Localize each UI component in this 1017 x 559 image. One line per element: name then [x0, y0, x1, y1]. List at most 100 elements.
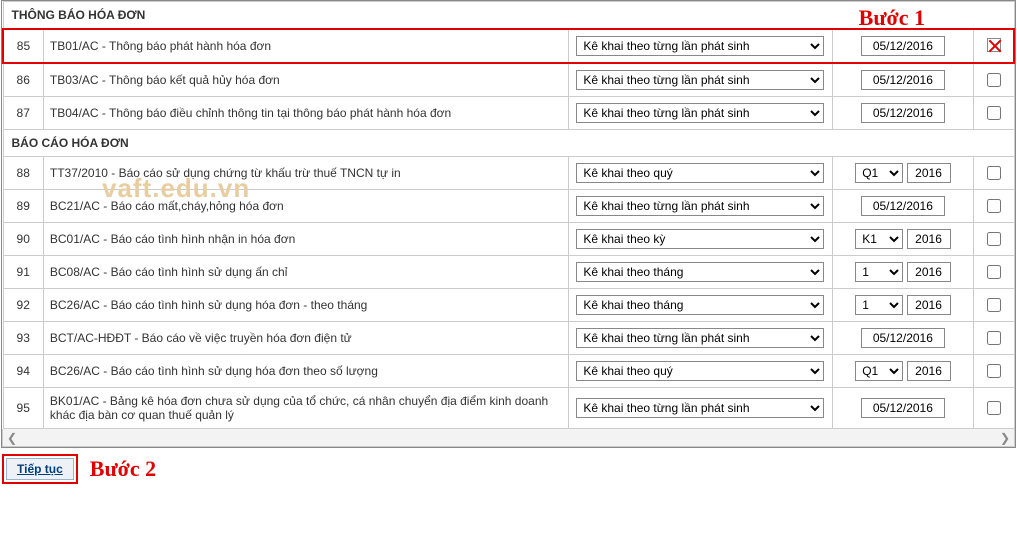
row-number: 89 [3, 190, 43, 223]
section-header: BÁO CÁO HÓA ĐƠN [3, 130, 1014, 157]
row-number: 93 [3, 322, 43, 355]
select-checkbox[interactable] [987, 73, 1001, 87]
row-number: 86 [3, 63, 43, 97]
period-date-input[interactable] [861, 328, 945, 348]
cell-period: 1 [832, 289, 973, 322]
cell-select [974, 388, 1014, 429]
cell-period [832, 388, 973, 429]
period-select[interactable]: Q1 [855, 163, 903, 183]
horizontal-scrollbar[interactable]: ❮ ❯ [2, 429, 1015, 447]
table-row: 87TB04/AC - Thông báo điều chỉnh thông t… [3, 97, 1014, 130]
select-checkbox[interactable] [987, 265, 1001, 279]
cell-declaration-mode: Kê khai theo từng lần phát sinh [569, 190, 833, 223]
cell-declaration-mode: Kê khai theo từng lần phát sinh [569, 322, 833, 355]
cell-period [832, 190, 973, 223]
cell-select [974, 29, 1014, 63]
bottom-toolbar: Tiếp tục Bước 2 [2, 454, 1017, 484]
period-year-input[interactable] [907, 262, 951, 282]
period-select[interactable]: K1 [855, 229, 903, 249]
cell-select [974, 289, 1014, 322]
cell-declaration-mode: Kê khai theo kỳ [569, 223, 833, 256]
declaration-mode-select[interactable]: Kê khai theo từng lần phát sinh [576, 70, 824, 90]
cell-select [974, 190, 1014, 223]
declaration-mode-select[interactable]: Kê khai theo từng lần phát sinh [576, 103, 824, 123]
cell-period [832, 322, 973, 355]
cell-select [974, 256, 1014, 289]
select-checkbox[interactable] [987, 106, 1001, 120]
select-checkbox[interactable] [987, 298, 1001, 312]
period-date-input[interactable] [861, 70, 945, 90]
row-description: BC21/AC - Báo cáo mất,cháy,hỏng hóa đơn [43, 190, 568, 223]
declaration-mode-select[interactable]: Kê khai theo từng lần phát sinh [576, 328, 824, 348]
period-date-input[interactable] [861, 36, 945, 56]
cell-select [974, 157, 1014, 190]
row-description: BC26/AC - Báo cáo tình hình sử dụng hóa … [43, 355, 568, 388]
select-checkbox[interactable] [987, 331, 1001, 345]
declaration-mode-select[interactable]: Kê khai theo từng lần phát sinh [576, 196, 824, 216]
row-description: BC26/AC - Báo cáo tình hình sử dụng hóa … [43, 289, 568, 322]
cell-declaration-mode: Kê khai theo từng lần phát sinh [569, 97, 833, 130]
period-select[interactable]: Q1 [855, 361, 903, 381]
row-description: TB04/AC - Thông báo điều chỉnh thông tin… [43, 97, 568, 130]
cell-period: Q1 [832, 355, 973, 388]
row-number: 94 [3, 355, 43, 388]
cell-period [832, 97, 973, 130]
scroll-right-icon[interactable]: ❯ [1000, 431, 1010, 445]
cell-period [832, 63, 973, 97]
cell-declaration-mode: Kê khai theo quý [569, 157, 833, 190]
row-description: BCT/AC-HĐĐT - Báo cáo về việc truyền hóa… [43, 322, 568, 355]
declaration-mode-select[interactable]: Kê khai theo tháng [576, 262, 824, 282]
declaration-mode-select[interactable]: Kê khai theo từng lần phát sinh [576, 36, 824, 56]
select-checkbox[interactable] [987, 401, 1001, 415]
select-checkbox[interactable] [987, 166, 1001, 180]
scroll-left-icon[interactable]: ❮ [7, 431, 17, 445]
table-row: 92BC26/AC - Báo cáo tình hình sử dụng hó… [3, 289, 1014, 322]
cell-declaration-mode: Kê khai theo tháng [569, 289, 833, 322]
cell-declaration-mode: Kê khai theo từng lần phát sinh [569, 388, 833, 429]
cell-select [974, 223, 1014, 256]
row-number: 88 [3, 157, 43, 190]
cell-period: 1 [832, 256, 973, 289]
declaration-mode-select[interactable]: Kê khai theo quý [576, 361, 824, 381]
cell-select [974, 97, 1014, 130]
row-number: 87 [3, 97, 43, 130]
declaration-mode-select[interactable]: Kê khai theo từng lần phát sinh [576, 398, 824, 418]
row-number: 90 [3, 223, 43, 256]
period-date-input[interactable] [861, 196, 945, 216]
cell-select [974, 322, 1014, 355]
select-checkbox[interactable] [987, 364, 1001, 378]
period-year-input[interactable] [907, 229, 951, 249]
cell-period: Q1 [832, 157, 973, 190]
cell-select [974, 63, 1014, 97]
continue-button[interactable]: Tiếp tục [6, 458, 74, 480]
period-year-input[interactable] [907, 361, 951, 381]
select-checkbox[interactable] [987, 232, 1001, 246]
row-description: TB03/AC - Thông báo kết quả hủy hóa đơn [43, 63, 568, 97]
declaration-mode-select[interactable]: Kê khai theo quý [576, 163, 824, 183]
period-date-input[interactable] [861, 103, 945, 123]
annotation-step2: Bước 2 [90, 456, 156, 482]
row-number: 91 [3, 256, 43, 289]
declaration-mode-select[interactable]: Kê khai theo tháng [576, 295, 824, 315]
row-number: 92 [3, 289, 43, 322]
row-number: 85 [3, 29, 43, 63]
period-year-input[interactable] [907, 163, 951, 183]
select-checkbox[interactable] [987, 199, 1001, 213]
period-date-input[interactable] [861, 398, 945, 418]
table-row: 86TB03/AC - Thông báo kết quả hủy hóa đơ… [3, 63, 1014, 97]
row-number: 95 [3, 388, 43, 429]
period-year-input[interactable] [907, 295, 951, 315]
cell-declaration-mode: Kê khai theo tháng [569, 256, 833, 289]
cell-declaration-mode: Kê khai theo từng lần phát sinh [569, 63, 833, 97]
period-select[interactable]: 1 [855, 295, 903, 315]
row-description: BK01/AC - Bảng kê hóa đơn chưa sử dụng c… [43, 388, 568, 429]
table-row: 89BC21/AC - Báo cáo mất,cháy,hỏng hóa đơ… [3, 190, 1014, 223]
period-select[interactable]: 1 [855, 262, 903, 282]
table-row: 91BC08/AC - Báo cáo tình hình sử dụng ấn… [3, 256, 1014, 289]
section-title: BÁO CÁO HÓA ĐƠN [3, 130, 1014, 157]
select-checkbox[interactable] [987, 38, 1001, 52]
form-table: THÔNG BÁO HÓA ĐƠN85TB01/AC - Thông báo p… [2, 1, 1015, 429]
row-description: BC08/AC - Báo cáo tình hình sử dụng ấn c… [43, 256, 568, 289]
declaration-mode-select[interactable]: Kê khai theo kỳ [576, 229, 824, 249]
row-description: BC01/AC - Báo cáo tình hình nhận in hóa … [43, 223, 568, 256]
